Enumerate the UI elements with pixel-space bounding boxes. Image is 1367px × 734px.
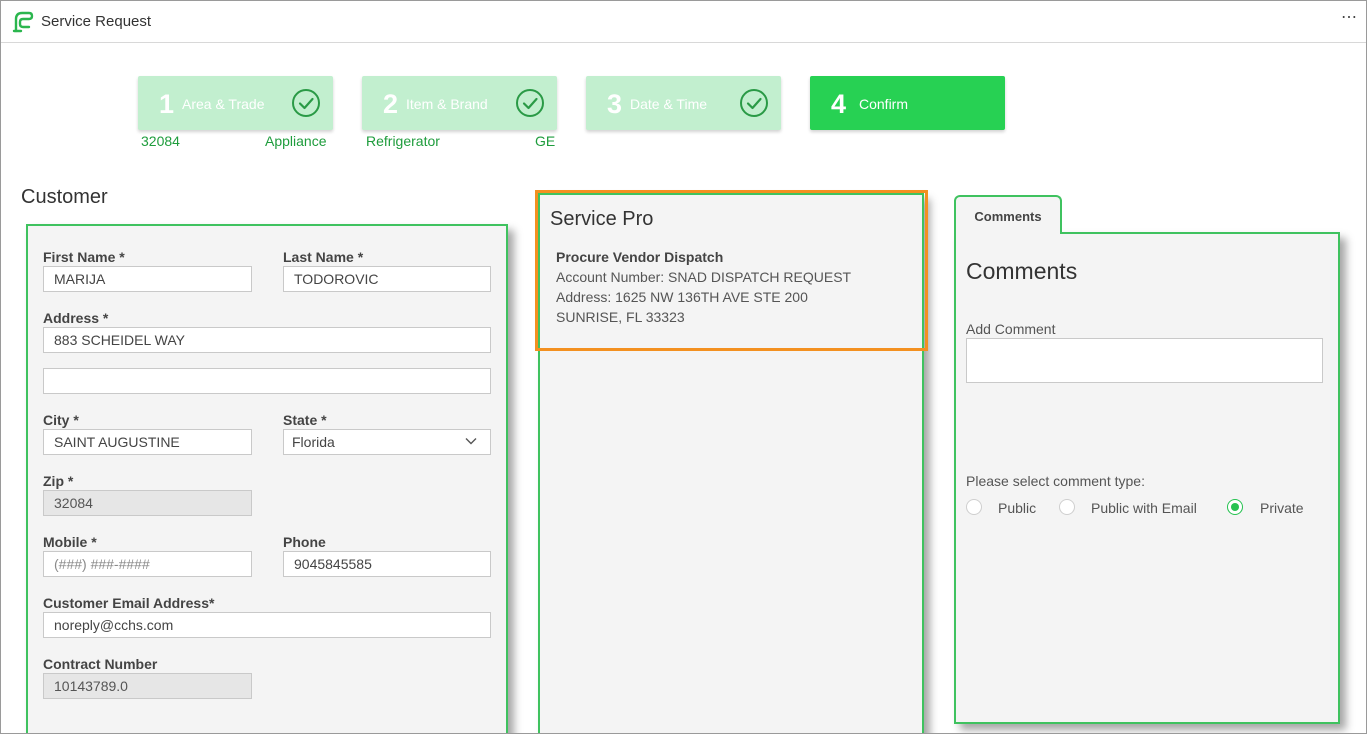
first-name-label: First Name * [43, 249, 125, 265]
first-name-input[interactable]: MARIJA [43, 266, 252, 292]
step-label: Date & Time [630, 96, 708, 112]
step1-zip-summary: 32084 [141, 133, 180, 149]
radio-public-with-email[interactable] [1059, 499, 1075, 515]
tab-comments[interactable]: Comments [954, 195, 1062, 234]
phone-input[interactable]: 9045845585 [283, 551, 491, 577]
address-line2-input[interactable] [43, 368, 491, 394]
state-select[interactable]: Florida [283, 429, 491, 455]
contract-number-field: 10143789.0 [43, 673, 252, 699]
customer-heading: Customer [21, 186, 108, 208]
radio-public-label: Public [998, 500, 1037, 516]
step-label: Item & Brand [406, 96, 488, 112]
contract-number-label: Contract Number [43, 656, 158, 672]
step2-item-summary: Refrigerator [366, 133, 440, 149]
radio-public-with-email-label: Public with Email [1091, 500, 1197, 516]
zip-field: 32084 [43, 490, 252, 516]
comment-type-prompt: Please select comment type: [966, 473, 1145, 489]
email-input[interactable]: noreply@cchs.com [43, 612, 491, 638]
check-circle-icon [292, 89, 320, 117]
zip-label: Zip * [43, 473, 74, 489]
step-date-time[interactable]: 3 Date & Time [586, 76, 781, 130]
step-number: 2 [383, 89, 399, 119]
step-confirm[interactable]: 4 Confirm [810, 76, 1005, 130]
add-comment-label: Add Comment [966, 321, 1056, 337]
comments-heading: Comments [966, 258, 1078, 284]
step1-trade-summary: Appliance [265, 133, 327, 149]
step-area-trade[interactable]: 1 Area & Trade [138, 76, 333, 130]
mobile-input[interactable]: (###) ###-#### [43, 551, 252, 577]
app-logo-icon [12, 11, 34, 33]
address-label: Address * [43, 310, 109, 326]
last-name-input[interactable]: TODOROVIC [283, 266, 491, 292]
step-item-brand[interactable]: 2 Item & Brand [362, 76, 557, 130]
mobile-label: Mobile * [43, 534, 97, 550]
page-title: Service Request [41, 13, 152, 30]
step-number: 3 [607, 89, 623, 119]
more-options-icon[interactable]: ⋯ [1341, 7, 1358, 27]
radio-public[interactable] [966, 499, 982, 515]
step2-brand-summary: GE [535, 133, 556, 149]
city-input[interactable]: SAINT AUGUSTINE [43, 429, 252, 455]
step-label: Confirm [859, 96, 909, 112]
service-request-window: Service Request ⋯ 1 Area & Trade 32084 A… [0, 0, 1367, 734]
radio-private[interactable] [1227, 499, 1243, 515]
chevron-down-icon [465, 438, 477, 445]
header-bar: Service Request ⋯ [1, 1, 1366, 43]
email-label: Customer Email Address* [43, 595, 215, 611]
city-label: City * [43, 412, 79, 428]
check-circle-icon [516, 89, 544, 117]
last-name-label: Last Name * [283, 249, 364, 265]
step-label: Area & Trade [182, 96, 265, 112]
check-circle-icon [740, 89, 768, 117]
address-line1-input[interactable]: 883 SCHEIDEL WAY [43, 327, 491, 353]
phone-label: Phone [283, 534, 326, 550]
step-number: 1 [159, 89, 175, 119]
state-select-value: Florida [292, 434, 335, 450]
service-pro-heading: Service Pro [550, 208, 654, 230]
step-number: 4 [831, 89, 847, 119]
state-label: State * [283, 412, 327, 428]
radio-private-label: Private [1260, 500, 1304, 516]
comment-textarea[interactable] [966, 338, 1323, 383]
